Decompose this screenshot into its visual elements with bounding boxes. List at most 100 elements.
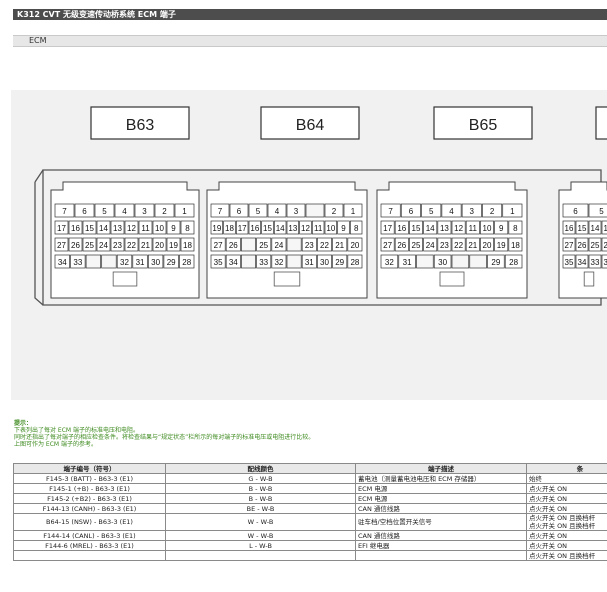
- pin-number: 2: [490, 207, 495, 216]
- pin-number: 20: [350, 241, 359, 250]
- condition-line: 点火开关 ON 且换档杆: [529, 514, 596, 523]
- condition-line: 点火开关 ON: [529, 541, 568, 550]
- pin-cell: [286, 237, 302, 252]
- pin-number: 14: [591, 224, 600, 233]
- pin-number: 34: [58, 258, 67, 267]
- pin-number: 12: [127, 224, 136, 233]
- pin-number: 26: [397, 241, 406, 250]
- terminal-cell: F144-13 (CANH) - B63-3 (E1): [13, 503, 166, 514]
- pin-number: 22: [454, 241, 463, 250]
- pin-number: 14: [426, 224, 435, 233]
- description-cell: ECM 电源: [355, 493, 527, 504]
- ecm-connector-diagram: B63 7 6 5 4 3 2 1 17 16 15 14 13 12 11 10 9 8 27 26 25 24 23 22…: [11, 90, 607, 400]
- wire-color-cell: G - W-B: [165, 473, 356, 484]
- pin-number: 13: [604, 224, 607, 233]
- condition-cell: 点火开关 ON: [526, 483, 607, 494]
- hint-title: 提示：: [14, 420, 33, 427]
- pin-number: 29: [491, 258, 500, 267]
- table-row: F144-13 (CANH) - B63-3 (E1) BE - W-B CAN 通…: [13, 503, 607, 514]
- terminal-cell: [13, 550, 166, 561]
- pin-number: 10: [483, 224, 492, 233]
- pin-number: 13: [288, 224, 297, 233]
- connector-b65: B657 6 5 4 3 2 117 16 15 14 13 12 11 10 9 827 26 25 24 23 22…: [376, 106, 533, 299]
- wire-color-cell: B - W-B: [165, 493, 356, 504]
- pin-number: 12: [301, 224, 310, 233]
- condition-cell: 点火开关 ON: [526, 540, 607, 551]
- pin-number: 35: [214, 258, 223, 267]
- connector-label: B64: [296, 117, 325, 134]
- pin-number: 31: [305, 258, 314, 267]
- wire-color-cell: B - W-B: [165, 483, 356, 494]
- table-header-row: 端子编号（符号） 配线颜色 端子描述 条: [13, 463, 607, 474]
- terminal-cell: B64-15 (NSW) - B63-3 (E1): [13, 513, 166, 531]
- pin-number: 15: [85, 224, 94, 233]
- hint-line: 同时还指出了每对端子的相应检查条件。将检查结果与“规定状态”栏所示的每对端子的标…: [14, 434, 315, 441]
- condition-line: 点火开关 ON: [529, 484, 568, 493]
- wire-color-cell: W - W-B: [165, 530, 356, 541]
- condition-line: 点火开关 ON: [529, 494, 568, 503]
- connector-housing-edge: [34, 169, 44, 306]
- header-condition: 条: [526, 463, 607, 474]
- terminal-cell: F145-3 (BATT) - B63-3 (E1): [13, 473, 166, 484]
- pin-number: 13: [440, 224, 449, 233]
- pin-number: 3: [294, 207, 299, 216]
- pin-number: 15: [263, 224, 272, 233]
- pin-number: 18: [183, 241, 192, 250]
- pin-number: 34: [229, 258, 238, 267]
- header-terminal: 端子编号（符号）: [13, 463, 166, 474]
- pin-cell: [101, 254, 117, 269]
- pin-cell: [451, 254, 470, 269]
- pin-number: 25: [591, 241, 600, 250]
- pin-number: 4: [122, 207, 127, 216]
- table-row: B64-15 (NSW) - B63-3 (E1) W - W-B 驻车档/空档位置…: [13, 513, 607, 531]
- pin-number: 30: [438, 258, 447, 267]
- pin-number: 17: [238, 224, 247, 233]
- pin-number: 1: [510, 207, 515, 216]
- table-row: F144-6 (MREL) - B63-3 (E1) L - W-B EFI 继电器…: [13, 540, 607, 551]
- pin-number: 19: [212, 224, 221, 233]
- pin-number: 29: [335, 258, 344, 267]
- pin-number: 32: [385, 258, 394, 267]
- table-row: F145-3 (BATT) - B63-3 (E1) G - W-B 蓄电池（测量蓄…: [13, 473, 607, 484]
- pin-number: 22: [127, 241, 136, 250]
- pin-number: 30: [320, 258, 329, 267]
- pin-number: 25: [259, 241, 268, 250]
- pin-number: 14: [276, 224, 285, 233]
- pin-cell: [286, 254, 302, 269]
- condition-line: 点火开关 ON 且换档杆: [529, 551, 596, 560]
- pin-number: 33: [259, 258, 268, 267]
- wire-color-cell: L - W-B: [165, 540, 356, 551]
- pin-cell: [469, 254, 487, 269]
- pin-number: 29: [167, 258, 176, 267]
- table-row: F145-1 (+B) - B63-3 (E1) B - W-B ECM 电源 点火开…: [13, 483, 607, 494]
- condition-cell: 点火开关 ON: [526, 503, 607, 514]
- pin-number: 9: [341, 224, 346, 233]
- pin-number: 20: [155, 241, 164, 250]
- pin-number: 21: [468, 241, 477, 250]
- pin-number: 14: [99, 224, 108, 233]
- condition-line: 点火开关 ON: [529, 531, 568, 540]
- pin-number: 34: [578, 258, 587, 267]
- pin-number: 23: [113, 241, 122, 250]
- pin-number: 17: [57, 224, 66, 233]
- terminal-cell: F145-1 (+B) - B63-3 (E1): [13, 483, 166, 494]
- condition-line: 点火开关 ON 且换档杆: [529, 522, 596, 530]
- terminal-cell: F145-2 (+B2) - B63-3 (E1): [13, 493, 166, 504]
- pin-number: 23: [440, 241, 449, 250]
- document-title: K312 CVT 无级变速传动桥系统 ECM 端子: [13, 9, 607, 20]
- pin-number: 6: [237, 207, 242, 216]
- description-cell: ECM 电源: [355, 483, 527, 494]
- hint-line: 下表列出了每对 ECM 端子的标准电压和电阻。: [14, 427, 139, 434]
- pin-number: 26: [578, 241, 587, 250]
- description-cell: EFI 继电器: [355, 540, 527, 551]
- connector-label-box: [595, 106, 607, 140]
- table-row: F145-2 (+B2) - B63-3 (E1) B - W-B ECM 电源 点火…: [13, 493, 607, 504]
- pin-number: 15: [578, 224, 587, 233]
- pin-cell: [416, 254, 434, 269]
- pin-number: 22: [320, 241, 329, 250]
- hint-block: 提示： 下表列出了每对 ECM 端子的标准电压和电阻。 同时还指出了每对端子的相…: [14, 420, 314, 448]
- pin-cell: [241, 254, 256, 269]
- pin-number: 32: [120, 258, 129, 267]
- pin-number: 5: [256, 207, 261, 216]
- pin-number: 26: [229, 241, 238, 250]
